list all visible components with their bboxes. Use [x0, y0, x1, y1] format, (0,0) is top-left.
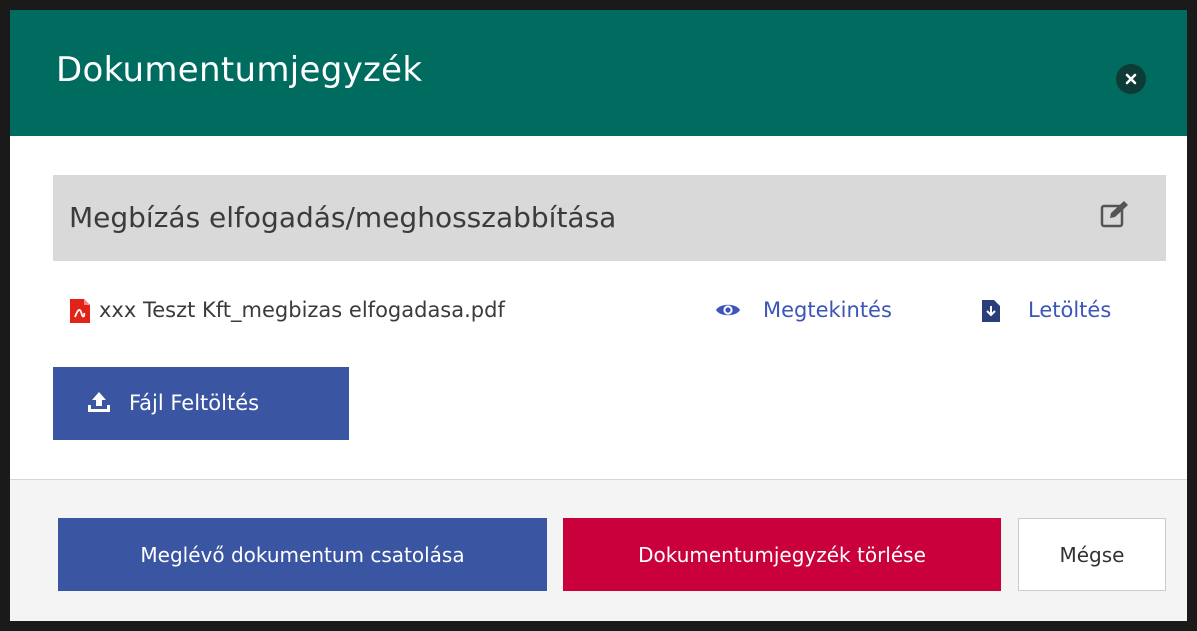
screenshot-frame: Dokumentumjegyzék Megbízás elfogadás/meg…	[0, 0, 1197, 631]
modal-header: Dokumentumjegyzék	[10, 10, 1187, 136]
close-button[interactable]	[1116, 64, 1146, 94]
document-section-header: Megbízás elfogadás/meghosszabbítása	[53, 175, 1166, 261]
delete-document-list-button[interactable]: Dokumentumjegyzék törlése	[563, 518, 1001, 591]
close-icon	[1125, 73, 1137, 85]
cancel-button[interactable]: Mégse	[1018, 518, 1166, 591]
pdf-file-icon	[70, 299, 90, 323]
section-title: Megbízás elfogadás/meghosszabbítása	[69, 201, 617, 234]
upload-icon	[88, 392, 110, 412]
modal-title: Dokumentumjegyzék	[56, 50, 423, 90]
view-label: Megtekintés	[763, 298, 892, 322]
file-name[interactable]: xxx Teszt Kft_megbizas elfogadasa.pdf	[99, 298, 505, 322]
edit-icon	[1100, 201, 1128, 228]
attach-existing-document-button[interactable]: Meglévő dokumentum csatolása	[58, 518, 547, 591]
document-list-modal: Dokumentumjegyzék Megbízás elfogadás/meg…	[10, 10, 1187, 621]
download-file-icon	[982, 300, 1000, 322]
edit-button[interactable]	[1100, 200, 1130, 232]
upload-file-button[interactable]: Fájl Feltöltés	[53, 367, 349, 440]
eye-icon	[716, 304, 740, 316]
download-label: Letöltés	[1028, 298, 1112, 322]
file-row: xxx Teszt Kft_megbizas elfogadasa.pdf Me…	[53, 290, 1166, 330]
upload-button-label: Fájl Feltöltés	[129, 391, 260, 415]
